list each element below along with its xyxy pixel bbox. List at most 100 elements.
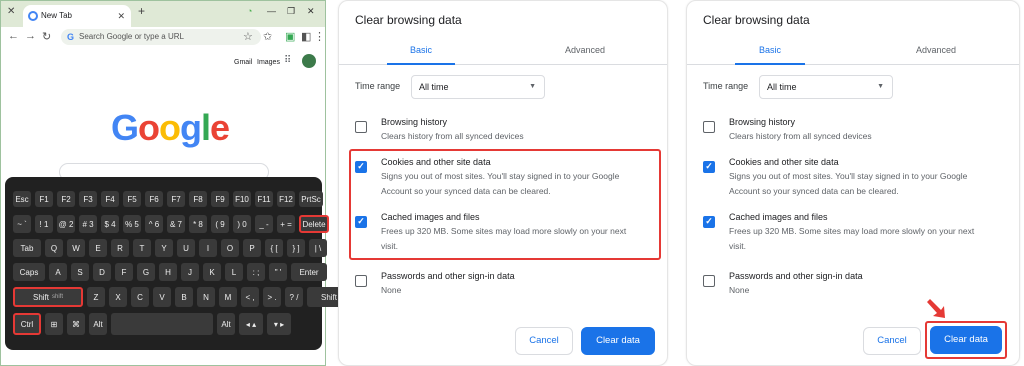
key-8[interactable]: * 8: [189, 215, 207, 233]
close-tab-icon[interactable]: ✕: [117, 5, 125, 27]
key-f12[interactable]: F12: [277, 191, 295, 207]
close-window-icon[interactable]: ✕: [307, 6, 315, 17]
key-2[interactable]: @ 2: [57, 215, 75, 233]
key-f9[interactable]: F9: [211, 191, 229, 207]
key-symbol[interactable]: < ,: [241, 287, 259, 307]
key-shift[interactable]: Shift shift: [13, 287, 83, 307]
images-link[interactable]: Images: [257, 59, 280, 66]
menu-icon[interactable]: ⋮: [314, 30, 325, 43]
key-0[interactable]: ) 0: [233, 215, 251, 233]
avatar[interactable]: [302, 54, 316, 68]
key-q[interactable]: Q: [45, 239, 63, 257]
key-alt[interactable]: Alt: [217, 313, 235, 335]
checkbox-passwords[interactable]: [703, 275, 715, 287]
apps-grid-icon[interactable]: ⠿: [284, 56, 294, 66]
key-d[interactable]: D: [93, 263, 111, 281]
key-o[interactable]: O: [221, 239, 239, 257]
key-6[interactable]: ^ 6: [145, 215, 163, 233]
key-u[interactable]: U: [177, 239, 195, 257]
checkbox-browsing-history[interactable]: [703, 121, 715, 133]
time-range-select[interactable]: All time ▼: [759, 75, 893, 99]
extensions-icon[interactable]: ✩: [263, 30, 272, 43]
key-y[interactable]: Y: [155, 239, 173, 257]
key-1[interactable]: ! 1: [35, 215, 53, 233]
minimize-icon[interactable]: —: [267, 6, 276, 16]
tab-basic[interactable]: Basic: [687, 39, 853, 65]
key-4[interactable]: $ 4: [101, 215, 119, 233]
key-p[interactable]: P: [243, 239, 261, 257]
key-f6[interactable]: F6: [145, 191, 163, 207]
clear-data-button[interactable]: Clear data: [581, 327, 655, 355]
key-r[interactable]: R: [111, 239, 129, 257]
key-symbol[interactable]: : ;: [247, 263, 265, 281]
key-3[interactable]: # 3: [79, 215, 97, 233]
key-f11[interactable]: F11: [255, 191, 273, 207]
key-7[interactable]: & 7: [167, 215, 185, 233]
key-f5[interactable]: F5: [123, 191, 141, 207]
tab-search-icon[interactable]: ✕: [7, 6, 15, 17]
key-f1[interactable]: F1: [35, 191, 53, 207]
cancel-button[interactable]: Cancel: [515, 327, 573, 355]
key-n[interactable]: N: [197, 287, 215, 307]
checkbox-cookies[interactable]: ✓: [703, 161, 715, 173]
key-a[interactable]: A: [49, 263, 67, 281]
new-tab-button[interactable]: +: [138, 4, 145, 18]
key-s[interactable]: S: [71, 263, 89, 281]
key-m[interactable]: M: [219, 287, 237, 307]
key-tab[interactable]: Tab: [13, 239, 41, 257]
key-ctrl[interactable]: Ctrl: [13, 313, 41, 335]
key-b[interactable]: B: [175, 287, 193, 307]
key-f4[interactable]: F4: [101, 191, 119, 207]
tab-new-tab[interactable]: New Tab ✕: [23, 5, 131, 27]
key-g[interactable]: G: [137, 263, 155, 281]
key-symbol[interactable]: ▾ ▸: [267, 313, 291, 335]
tab-basic[interactable]: Basic: [339, 39, 503, 65]
tab-groups-icon[interactable]: ◧: [301, 30, 311, 43]
extension-icon[interactable]: ◔: [247, 6, 252, 16]
key-f[interactable]: F: [115, 263, 133, 281]
key-symbol[interactable]: > .: [263, 287, 281, 307]
time-range-select[interactable]: All time ▼: [411, 75, 545, 99]
bookmark-star-icon[interactable]: ☆: [243, 30, 253, 43]
reload-icon[interactable]: ↻: [42, 30, 51, 43]
maximize-icon[interactable]: ❐: [287, 6, 295, 17]
key-symbol[interactable]: _ -: [255, 215, 273, 233]
back-icon[interactable]: ←: [8, 30, 19, 42]
key-delete[interactable]: Delete: [299, 215, 329, 233]
checkbox-passwords[interactable]: [355, 275, 367, 287]
key-h[interactable]: H: [159, 263, 177, 281]
key-f8[interactable]: F8: [189, 191, 207, 207]
cancel-button[interactable]: Cancel: [863, 327, 921, 355]
key-v[interactable]: V: [153, 287, 171, 307]
key-f7[interactable]: F7: [167, 191, 185, 207]
key-e[interactable]: E: [89, 239, 107, 257]
key-prtsc[interactable]: PrtSc: [299, 191, 323, 207]
key-alt[interactable]: Alt: [89, 313, 107, 335]
tab-advanced[interactable]: Advanced: [853, 39, 1019, 65]
key-c[interactable]: C: [131, 287, 149, 307]
key-caps[interactable]: Caps: [13, 263, 45, 281]
forward-icon[interactable]: →: [25, 30, 36, 42]
key-k[interactable]: K: [203, 263, 221, 281]
key-i[interactable]: I: [199, 239, 217, 257]
key-symbol[interactable]: ◂ ▴: [239, 313, 263, 335]
key-w[interactable]: W: [67, 239, 85, 257]
key-f3[interactable]: F3: [79, 191, 97, 207]
key-z[interactable]: Z: [87, 287, 105, 307]
key-space[interactable]: [111, 313, 213, 335]
key-symbol[interactable]: | \: [309, 239, 327, 257]
key-x[interactable]: X: [109, 287, 127, 307]
key-symbol[interactable]: } ]: [287, 239, 305, 257]
key-f2[interactable]: F2: [57, 191, 75, 207]
checkbox-cached-images[interactable]: ✓: [703, 216, 715, 228]
key-enter[interactable]: Enter: [291, 263, 327, 281]
key-symbol[interactable]: { [: [265, 239, 283, 257]
key-9[interactable]: ( 9: [211, 215, 229, 233]
address-bar[interactable]: G Search Google or type a URL: [61, 29, 261, 45]
key-f10[interactable]: F10: [233, 191, 251, 207]
key-l[interactable]: L: [225, 263, 243, 281]
gmail-link[interactable]: Gmail: [234, 59, 252, 66]
key-symbol[interactable]: ⌘: [67, 313, 85, 335]
key-t[interactable]: T: [133, 239, 151, 257]
key-symbol[interactable]: ? /: [285, 287, 303, 307]
